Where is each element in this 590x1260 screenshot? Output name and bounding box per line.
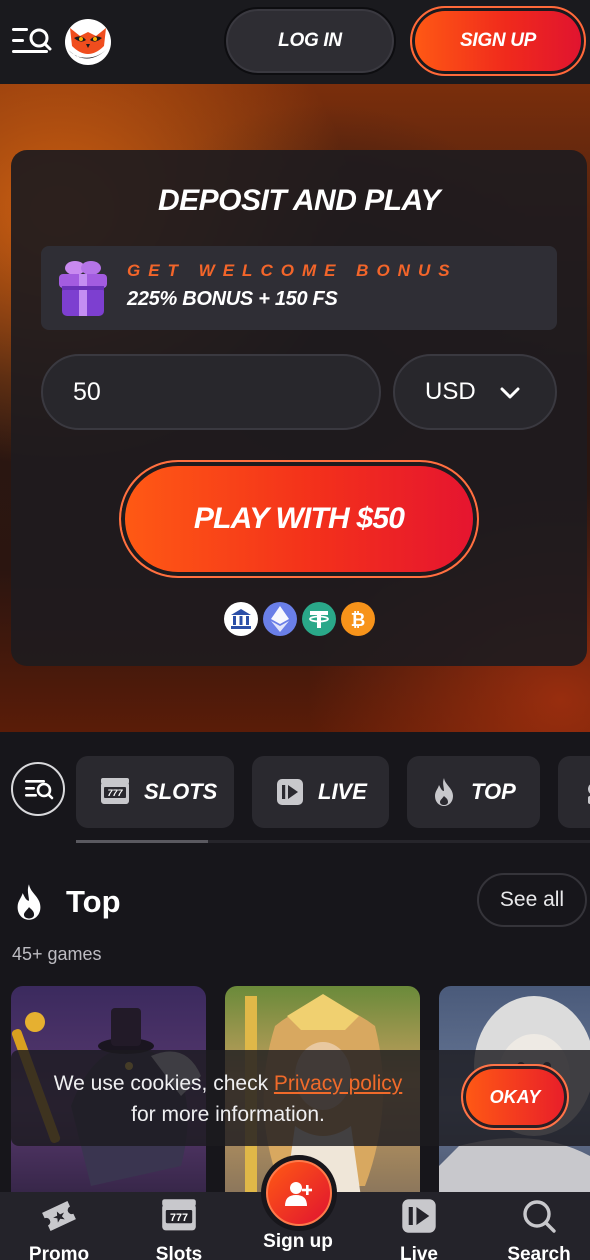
tab-live[interactable]: LIVE bbox=[252, 756, 389, 828]
nav-signup-label: Sign up bbox=[263, 1231, 333, 1252]
tab-label: TOP bbox=[471, 779, 516, 804]
cookie-text: We use cookies, check Privacy policy for… bbox=[33, 1068, 423, 1130]
play-with-deposit-button[interactable]: PLAY WITH $50 bbox=[119, 460, 479, 578]
category-icon bbox=[588, 784, 590, 804]
tab-top[interactable]: TOP bbox=[407, 756, 540, 828]
bank-icon bbox=[224, 602, 258, 636]
tab-label: SLOTS bbox=[144, 779, 218, 804]
bonus-text: 225% BONUS + 150 FS bbox=[127, 288, 338, 310]
flame-icon bbox=[17, 884, 41, 920]
svg-text:777: 777 bbox=[170, 1212, 188, 1224]
cookie-okay-button[interactable]: OKAY bbox=[461, 1064, 569, 1130]
filter-search-button[interactable] bbox=[11, 762, 65, 816]
nav-label: Slots bbox=[155, 1244, 203, 1260]
section-title: Top bbox=[66, 884, 121, 919]
flame-icon bbox=[435, 778, 453, 806]
cookie-text-before: We use cookies, check bbox=[53, 1072, 274, 1095]
bitcoin-icon: ₿ bbox=[341, 602, 375, 636]
hero-banner: DEPOSIT AND PLAY GET WELCOME BONUS 225% … bbox=[0, 84, 590, 732]
deposit-amount-input[interactable] bbox=[41, 354, 381, 430]
filter-search-icon bbox=[25, 780, 54, 800]
nav-label: Live bbox=[399, 1244, 439, 1260]
gift-icon bbox=[55, 256, 111, 320]
tab-label: LIVE bbox=[318, 779, 367, 804]
svg-text:777: 777 bbox=[107, 788, 123, 798]
payment-methods: ₿ bbox=[224, 602, 375, 636]
search-icon bbox=[523, 1200, 556, 1233]
login-button[interactable]: LOG IN bbox=[224, 7, 396, 75]
section-header: Top bbox=[12, 874, 121, 930]
nav-live[interactable]: Live bbox=[369, 1198, 469, 1260]
ticket-icon bbox=[42, 1201, 76, 1231]
menu-search-icon[interactable] bbox=[12, 24, 52, 58]
tether-icon bbox=[302, 602, 336, 636]
cookie-banner: We use cookies, check Privacy policy for… bbox=[11, 1050, 590, 1146]
nav-promo[interactable]: Promo bbox=[9, 1198, 109, 1260]
nav-signup-button[interactable] bbox=[266, 1160, 332, 1226]
svg-text:₿: ₿ bbox=[351, 610, 366, 630]
nav-label: Promo bbox=[28, 1244, 90, 1260]
category-bar: 777 SLOTS LIVE TOP bbox=[0, 732, 590, 852]
nav-slots[interactable]: 777 Slots bbox=[129, 1198, 229, 1260]
nav-signup[interactable] bbox=[261, 1155, 337, 1231]
game-count: 45+ games bbox=[12, 944, 102, 964]
cookie-text-after: for more information. bbox=[131, 1103, 325, 1126]
top-header: LOG IN SIGN UP bbox=[0, 0, 590, 84]
tab-slots[interactable]: 777 SLOTS bbox=[76, 756, 234, 828]
add-user-icon bbox=[285, 1182, 312, 1206]
deposit-title: DEPOSIT AND PLAY bbox=[157, 184, 441, 217]
privacy-policy-link[interactable]: Privacy policy bbox=[274, 1072, 402, 1095]
signup-button[interactable]: SIGN UP bbox=[410, 6, 586, 76]
currency-select[interactable]: USD bbox=[393, 354, 557, 430]
welcome-bonus-box: GET WELCOME BONUS 225% BONUS + 150 FS bbox=[41, 246, 557, 330]
tabs-scroll-thumb[interactable] bbox=[76, 840, 208, 843]
live-play-icon bbox=[402, 1199, 436, 1233]
deposit-card: DEPOSIT AND PLAY GET WELCOME BONUS 225% … bbox=[11, 150, 587, 666]
ethereum-icon bbox=[263, 602, 297, 636]
bonus-kicker: GET WELCOME BONUS bbox=[127, 261, 458, 280]
see-all-button[interactable]: See all bbox=[477, 873, 587, 927]
currency-value: USD bbox=[425, 378, 476, 405]
slot-machine-icon: 777 bbox=[162, 1199, 196, 1231]
owl-logo[interactable] bbox=[64, 18, 112, 66]
nav-label: Search bbox=[507, 1244, 571, 1260]
chevron-down-icon bbox=[500, 387, 520, 399]
nav-search[interactable]: Search bbox=[489, 1198, 589, 1260]
live-play-icon bbox=[277, 779, 303, 805]
slot-machine-icon: 777 bbox=[101, 778, 129, 804]
tab-next-partial[interactable] bbox=[558, 756, 590, 828]
